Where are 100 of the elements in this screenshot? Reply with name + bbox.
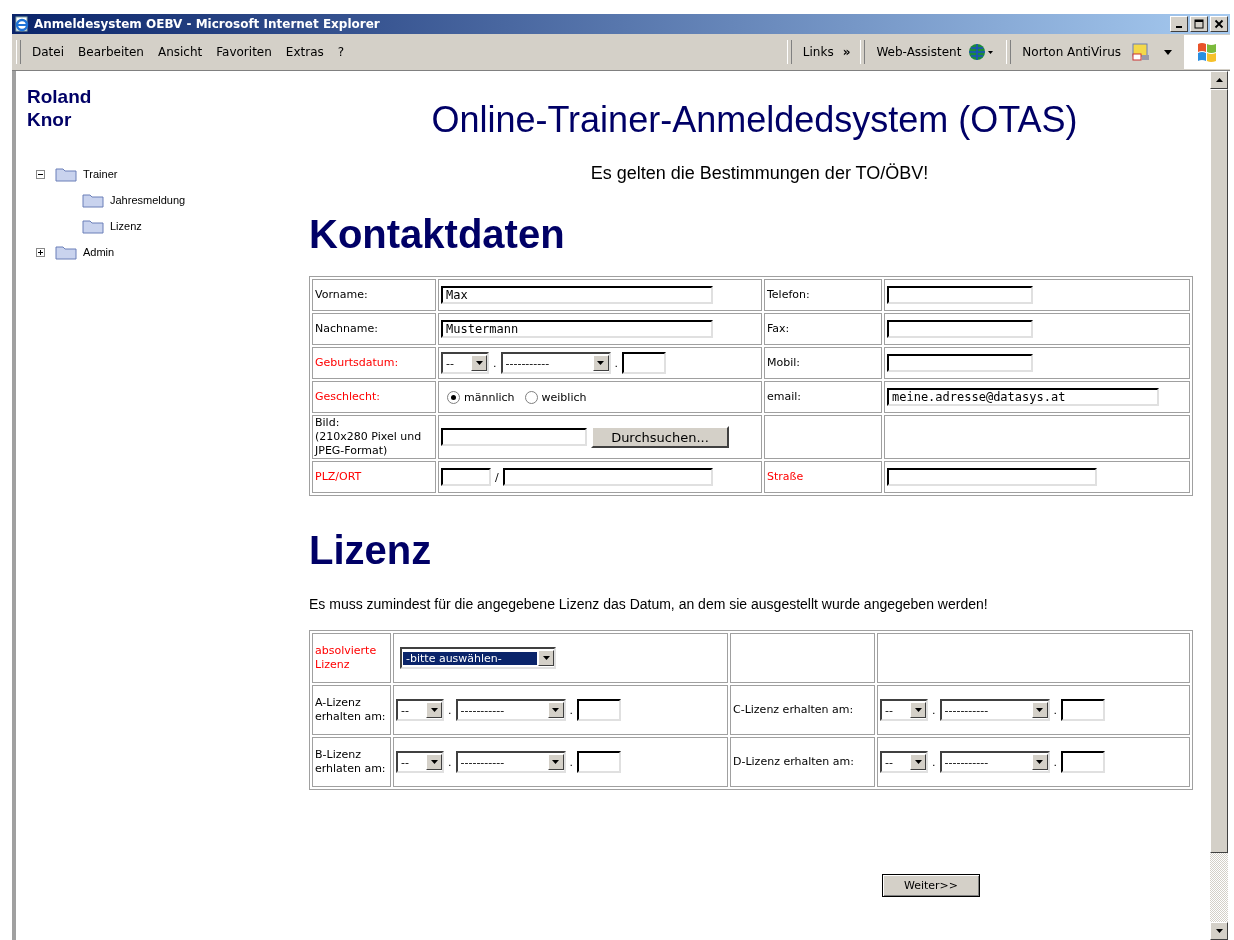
notice-text: Es gelten die Bestimmungen der TO/ÖBV!	[589, 163, 930, 184]
day-select[interactable]: --	[880, 751, 928, 773]
browser-icon	[14, 16, 30, 32]
caret-icon	[597, 361, 604, 365]
field-label: Vorname:	[315, 288, 368, 302]
caret-icon	[914, 708, 922, 712]
globe-icon[interactable]	[968, 43, 995, 61]
file-path-field[interactable]	[441, 428, 587, 446]
tree-item[interactable]: Admin	[83, 246, 115, 258]
separator-text: .	[569, 703, 573, 717]
field-label: Fax:	[767, 322, 790, 336]
separator-text: .	[1053, 755, 1057, 769]
month-select[interactable]: -----------	[455, 751, 566, 773]
folder-icon	[82, 192, 104, 208]
scroll-up-button[interactable]	[1210, 71, 1228, 89]
radio-label: weiblich	[541, 390, 587, 404]
input-field[interactable]	[887, 468, 1097, 486]
next-button[interactable]: Weiter>>	[882, 874, 980, 897]
field-label: B-Lizenz erhlaten am:	[315, 748, 387, 776]
caret-icon	[552, 708, 559, 712]
input-field[interactable]	[887, 286, 1033, 304]
separator-text: .	[1053, 703, 1057, 717]
caret-icon	[1036, 708, 1043, 712]
section-heading: Lizenz	[309, 527, 433, 574]
menu-item[interactable]: ?	[330, 45, 352, 59]
month-select[interactable]: -----------	[455, 699, 566, 721]
radio-button[interactable]	[524, 390, 538, 404]
maximize-button[interactable]	[1190, 16, 1208, 32]
field-label: A-Lizenz erhalten am:	[315, 696, 387, 724]
separator-text: .	[932, 703, 936, 717]
menu-item[interactable]: Favoriten	[209, 45, 279, 59]
tree-item[interactable]: Trainer	[83, 168, 118, 180]
separator-text: .	[569, 755, 573, 769]
menu-item[interactable]: Extras	[278, 45, 331, 59]
caret-icon	[914, 760, 922, 764]
scroll-down-button[interactable]	[1210, 922, 1228, 940]
separator-text: .	[614, 356, 618, 370]
radio-button[interactable]	[447, 390, 460, 404]
field-label: Nachname:	[315, 322, 378, 336]
year-field[interactable]	[1061, 751, 1105, 773]
caret-icon[interactable]	[1164, 49, 1172, 55]
day-select[interactable]: --	[396, 751, 444, 773]
browse-button[interactable]: Durchsuchen...	[591, 426, 729, 448]
day-select[interactable]: --	[880, 699, 928, 721]
year-field[interactable]	[577, 699, 621, 721]
scroll-thumb[interactable]	[1210, 89, 1228, 853]
menu-item[interactable]: Datei	[25, 45, 71, 59]
caret-icon	[430, 708, 438, 712]
year-field[interactable]	[577, 751, 621, 773]
caret-icon	[430, 760, 438, 764]
close-icon	[1214, 19, 1224, 29]
field-label: Straße	[767, 470, 804, 484]
tree-item[interactable]: Lizenz	[110, 220, 142, 232]
caret-icon	[552, 760, 559, 764]
down-arrow-icon	[1215, 929, 1223, 933]
day-select[interactable]: --	[441, 352, 489, 374]
windows-logo-icon	[1195, 41, 1219, 63]
caret-icon	[1036, 760, 1043, 764]
folder-icon	[55, 244, 77, 260]
separator-text: .	[448, 703, 452, 717]
input-field[interactable]	[887, 354, 1033, 372]
separator-text: .	[493, 356, 497, 370]
user-name: Roland Knor	[27, 85, 93, 131]
input-field[interactable]	[887, 320, 1033, 338]
toolbar-button[interactable]: Norton AntiVirus	[1015, 45, 1128, 59]
year-field[interactable]	[1061, 699, 1105, 721]
postal-code-field[interactable]	[441, 468, 491, 486]
expand-icon[interactable]	[36, 247, 45, 257]
menu-item[interactable]: Bearbeiten	[71, 45, 151, 59]
folder-icon	[55, 166, 77, 182]
field-label: absolvierte Lizenz	[315, 644, 378, 672]
menu-item[interactable]: Ansicht	[150, 45, 210, 59]
license-select[interactable]: -bitte auswählen-	[400, 647, 556, 669]
license-note: Es muss zumindest für die angegebene Lizenz das Datum, an dem sie ausgestellt wurde angegeben werden!	[309, 596, 989, 612]
field-label: email:	[767, 390, 802, 404]
field-label: Geschlecht:	[315, 390, 380, 404]
close-button[interactable]	[1210, 16, 1228, 32]
year-field[interactable]	[622, 352, 666, 374]
collapse-icon[interactable]	[36, 169, 45, 179]
email-field[interactable]: meine.adresse@datasys.at	[887, 388, 1159, 406]
month-select[interactable]: -----------	[939, 699, 1050, 721]
more-button[interactable]: »	[840, 45, 857, 59]
city-field[interactable]	[502, 468, 713, 486]
day-select[interactable]: --	[396, 699, 444, 721]
field-label: Telefon:	[767, 288, 810, 302]
tree-item[interactable]: Jahresmeldung	[110, 194, 186, 206]
folder-icon	[82, 218, 104, 234]
separator-text: .	[932, 755, 936, 769]
input-field[interactable]: Mustermann	[441, 320, 713, 338]
toolbar-button[interactable]: Web-Assistent	[869, 45, 969, 59]
minimize-icon	[1176, 26, 1182, 28]
month-select[interactable]: -----------	[500, 352, 611, 374]
page-title: Online-Trainer-Anmeldedsystem (OTAS)	[430, 99, 1079, 141]
field-label: Bild: (210x280 Pixel und JPEG-Format)	[315, 416, 423, 458]
links-button[interactable]: Links	[795, 45, 841, 59]
separator-text: .	[448, 755, 452, 769]
month-select[interactable]: -----------	[939, 751, 1050, 773]
minimize-button[interactable]	[1170, 16, 1188, 32]
radio-label: männlich	[464, 390, 515, 404]
input-field[interactable]: Max	[441, 286, 713, 304]
